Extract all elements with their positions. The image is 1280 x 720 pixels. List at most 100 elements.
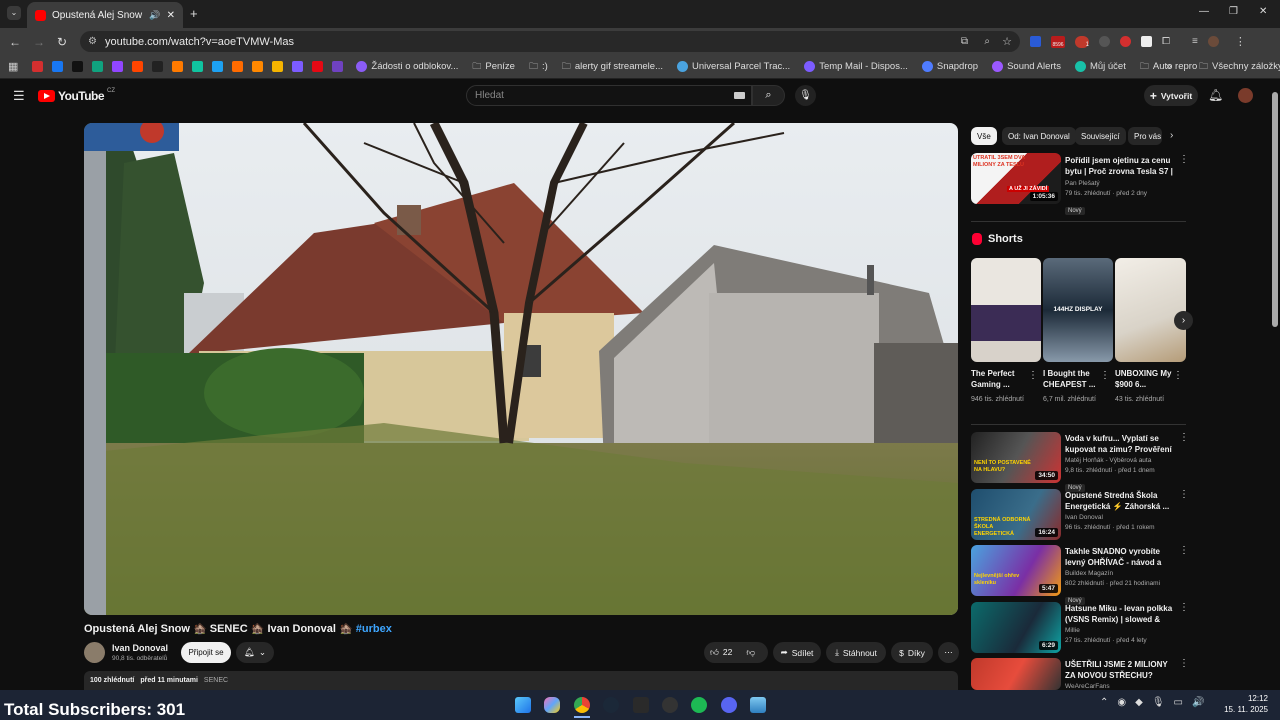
notifications-bell-icon[interactable]: 🔔︎ [1208,88,1223,102]
extension-icon-4[interactable] [1120,36,1131,47]
reload-icon[interactable]: ↻ [57,35,67,49]
copilot-icon[interactable] [544,697,560,713]
extension-icon-3[interactable] [1099,36,1110,47]
like-button[interactable]: 👍︎ 22 [710,647,732,658]
tray-microphone-icon[interactable]: 🎙 [1152,697,1165,708]
short-thumbnail-3[interactable] [1115,258,1186,362]
channel-avatar[interactable] [84,642,105,663]
scrollbar[interactable] [1270,80,1280,690]
close-tab-icon[interactable]: ✕ [167,10,175,21]
site-info-icon[interactable]: ⚙ [88,36,97,47]
browser-tab[interactable]: Opustená Alej Snow 🏚️ SE 🔊 ✕ [27,2,183,28]
tray-display-icon[interactable]: ▭ [1174,697,1183,708]
hamburger-menu-icon[interactable]: ☰ [13,88,25,104]
bookmark-favicon-icon[interactable] [52,61,64,72]
profile-avatar[interactable] [1207,36,1219,47]
bookmark-item[interactable]: 🗀 Peníze [465,59,522,75]
bookmark-favicon-icon[interactable] [272,61,284,72]
rec-thumbnail[interactable]: 6:29 [971,602,1061,653]
steam-icon[interactable] [603,697,619,713]
reading-list-icon[interactable]: ≡ [1192,36,1198,47]
rec-menu-icon[interactable]: ⋮ [1179,489,1189,500]
description-box[interactable]: 100 zhlédnutí před 11 minutami SENEC [84,671,958,690]
tray-expand-icon[interactable]: ⌃ [1100,697,1108,708]
obs-icon[interactable] [662,697,678,713]
bookmark-favicon-icon[interactable] [72,61,84,72]
rec-title[interactable]: UŠETŘILI JSME 2 MILIONY ZA NOVOU STŘECHU… [1065,659,1175,681]
thanks-button[interactable]: $ Díky [891,642,933,663]
chrome-menu-icon[interactable]: ⋮ [1235,35,1246,48]
rec-menu-icon[interactable]: ⋮ [1179,545,1189,556]
download-button[interactable]: ⤓ Stáhnout [826,642,886,663]
extension-icon-2[interactable]: 1 [1075,35,1089,48]
bookmark-item[interactable]: Žádosti o odblokov... [349,59,465,75]
subscribed-bell-button[interactable]: 🔔︎ ⌄ [236,642,274,663]
install-app-icon[interactable]: ⧉ [961,36,968,47]
top-rec-channel[interactable]: Pan Plešatý [1065,179,1175,189]
youtube-logo[interactable]: YouTube CZ [38,88,115,103]
top-rec-menu-icon[interactable]: ⋮ [1179,154,1189,165]
short-1-title[interactable]: The Perfect Gaming ... [971,368,1029,390]
rec-channel[interactable]: Millie [1065,626,1175,636]
rec-thumbnail[interactable] [971,658,1061,690]
rec-thumbnail[interactable]: Nejlevnější ohřev skleníku 5:47 [971,545,1061,596]
bookmark-favicon-icon[interactable] [292,61,304,72]
join-button[interactable]: Připojit se [181,642,231,663]
extension-icon-5[interactable] [1141,36,1152,47]
restore-button[interactable]: ❐ [1229,6,1238,17]
all-bookmarks[interactable]: 🗀 Všechny záložky [1192,59,1280,75]
video-player[interactable] [84,123,958,615]
bitwarden-icon[interactable] [1030,36,1041,47]
chips-next-icon[interactable]: › [1170,130,1173,141]
location-tag[interactable]: SENEC [204,677,228,684]
rec-title[interactable]: Voda v kufru... Vyplatí se kupovat na zi… [1065,433,1175,455]
bookmark-favicon-icon[interactable] [332,61,344,72]
extensions-puzzle-icon[interactable]: ⧠ [1162,36,1170,47]
share-button[interactable]: ➦ Sdílet [773,642,821,663]
system-clock[interactable]: 12:12 15. 11. 2025 [1222,693,1268,715]
tray-app-icon[interactable]: ◆ [1135,697,1143,708]
rec-channel[interactable]: Ivan Donoval [1065,513,1175,523]
tray-discord-icon[interactable]: ◉ [1117,697,1126,708]
create-button[interactable]: + Vytvořit [1144,85,1198,106]
close-window-button[interactable]: ✕ [1259,6,1267,17]
bookmark-star-icon[interactable]: ☆ [1002,35,1012,48]
short-1-menu-icon[interactable]: ⋮ [1028,370,1038,381]
rec-menu-icon[interactable]: ⋮ [1179,658,1189,669]
chip-0[interactable]: Vše [971,127,997,145]
short-2-menu-icon[interactable]: ⋮ [1100,370,1110,381]
address-bar[interactable]: ⚙ youtube.com/watch?v=aoeTVMW-Mas ⧉ ⌕ ☆ [80,31,1020,52]
bookmark-item[interactable]: Temp Mail - Dispos... [797,59,915,75]
hashtag-link[interactable]: #urbex [356,623,392,635]
chip-3[interactable]: Pro vás [1128,127,1162,145]
spotify-icon[interactable] [691,697,707,713]
tab-search-button[interactable]: ⌄ [7,6,21,20]
bookmark-item[interactable]: Universal Parcel Trac... [670,59,797,75]
short-2-title[interactable]: I Bought the CHEAPEST ... [1043,368,1101,390]
tray-volume-icon[interactable]: 🔊 [1192,697,1204,708]
bookmark-favicon-icon[interactable] [112,61,124,72]
rec-menu-icon[interactable]: ⋮ [1179,602,1189,613]
more-bookmarks-icon[interactable]: » [1166,61,1172,72]
rec-title[interactable]: Opustené Stredná Škola Energetická ⚡ Záh… [1065,490,1175,512]
bookmark-item[interactable]: Sound Alerts [985,59,1068,75]
bookmark-favicon-icon[interactable] [152,61,164,72]
chip-2[interactable]: Související [1075,127,1126,145]
voice-search-button[interactable]: 🎙 [795,85,816,106]
epic-games-icon[interactable] [633,697,649,713]
apps-grid-icon[interactable]: ▦ [0,60,26,73]
short-3-title[interactable]: UNBOXING My $900 6... [1115,368,1173,390]
top-rec-title[interactable]: Pořídil jsem ojetinu za cenu bytu | Proč… [1065,155,1175,177]
photos-icon[interactable] [750,697,766,713]
keyboard-icon[interactable] [734,92,745,99]
bookmark-favicon-icon[interactable] [312,61,324,72]
short-3-menu-icon[interactable]: ⋮ [1173,370,1183,381]
extension-counter-icon[interactable]: 8596 [1051,35,1065,48]
chip-1[interactable]: Od: Ivan Donoval [1002,127,1076,145]
forward-icon[interactable]: → [33,35,45,49]
speaker-icon[interactable]: 🔊 [149,10,160,21]
search-input[interactable]: Hledat [466,85,752,106]
short-thumbnail-1[interactable] [971,258,1041,362]
bookmark-favicon-icon[interactable] [252,61,264,72]
bookmark-item[interactable]: Můj účet [1068,59,1133,75]
